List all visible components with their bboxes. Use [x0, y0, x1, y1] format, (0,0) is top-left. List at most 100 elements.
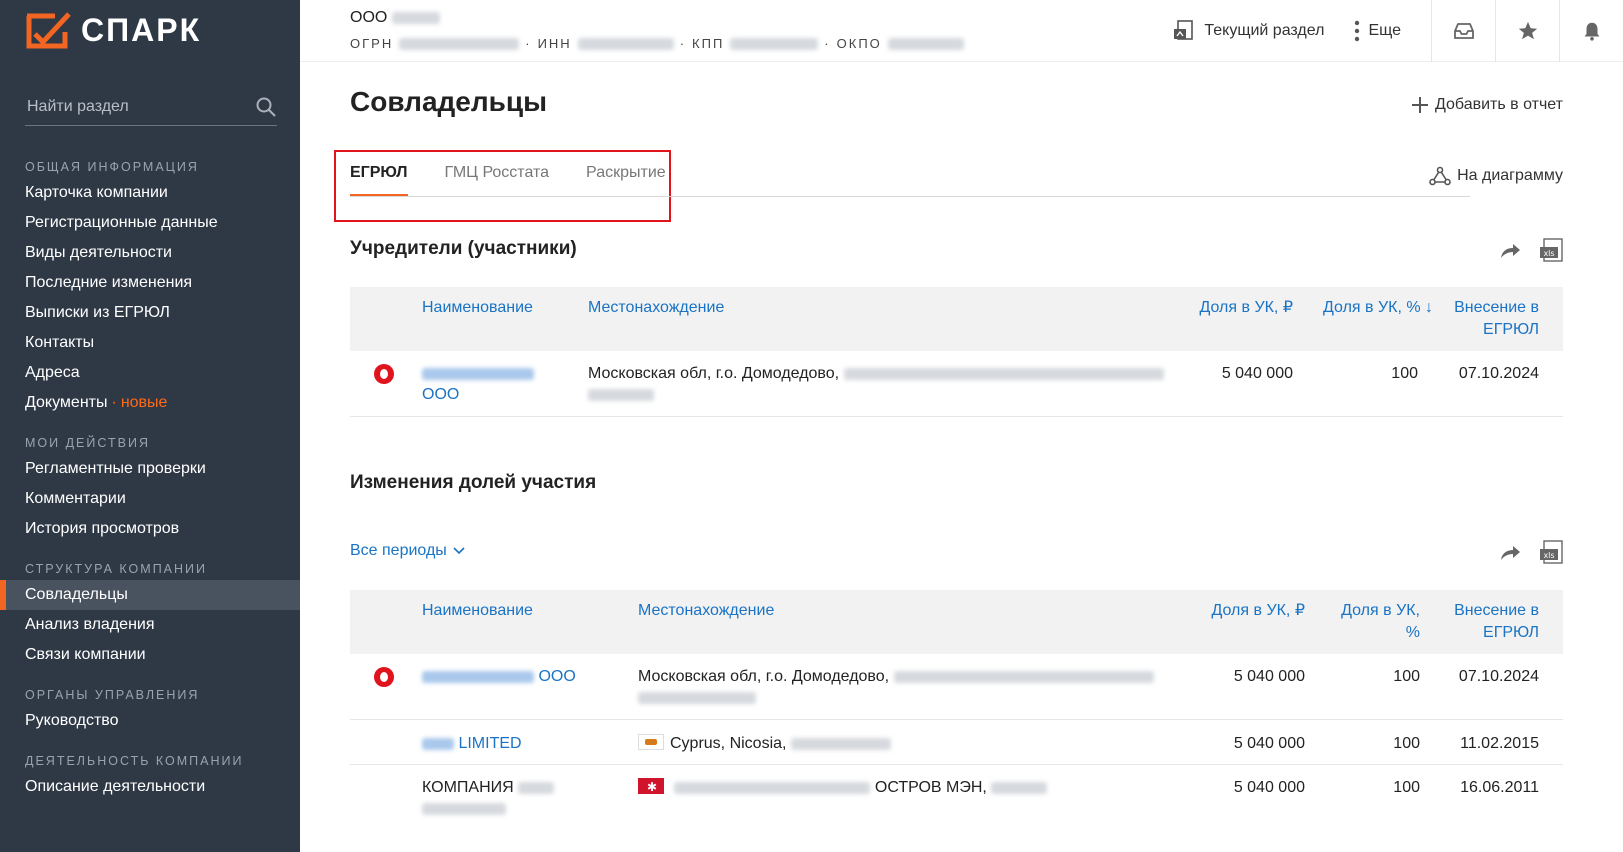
tabs-divider — [350, 196, 1470, 197]
pdf-icon — [1174, 20, 1194, 40]
top-header: ООО ОГРН · ИНН · КПП · ОКПО Текущий разд… — [300, 0, 1623, 62]
sidebar-item-egrul-extracts[interactable]: Выписки из ЕГРЮЛ — [0, 298, 300, 328]
change-share-pct: 100 — [1393, 735, 1420, 752]
changes-share-button[interactable] — [1499, 544, 1521, 562]
more-button[interactable]: Еще — [1354, 20, 1401, 42]
header-actions: Текущий раздел Еще — [1172, 0, 1623, 62]
sidebar-item-history[interactable]: История просмотров — [0, 514, 300, 544]
tab-disclosure[interactable]: Раскрытие — [586, 160, 666, 198]
tab-gmc-rosstat[interactable]: ГМЦ Росстата — [445, 160, 550, 198]
sidebar-item-last-changes[interactable]: Последние изменения — [0, 268, 300, 298]
cyprus-flag-icon — [638, 734, 664, 750]
spark-logo-icon — [26, 12, 71, 49]
redacted-address — [790, 737, 891, 750]
nav-heading-structure: СТРУКТУРА КОМПАНИИ — [25, 562, 208, 576]
change-name-suffix[interactable]: ООО — [538, 668, 575, 685]
tab-egrul[interactable]: ЕГРЮЛ — [350, 160, 408, 198]
col-location[interactable]: Местонахождение — [638, 600, 774, 622]
col-egrul-date[interactable]: Внесение в ЕГРЮЛ — [1429, 600, 1539, 644]
sidebar-search — [25, 88, 277, 126]
sidebar-item-comments[interactable]: Комментарии — [0, 484, 300, 514]
change-name[interactable]: КОМПАНИЯ — [422, 777, 632, 819]
founder-marker-icon — [374, 364, 394, 384]
id-separator: · — [824, 36, 831, 51]
col-share-rub[interactable]: Доля в УК, ₽ — [1199, 297, 1293, 319]
sidebar-item-regular-checks[interactable]: Регламентные проверки — [0, 454, 300, 484]
col-share-pct[interactable]: Доля в УК, % — [1330, 600, 1420, 644]
sidebar-item-documents[interactable]: Документы · новые — [0, 388, 300, 418]
change-location: Cyprus, Nicosia, — [638, 733, 1178, 754]
table-row[interactable]: ООО Московская обл, г.о. Домодедово, 5 0… — [350, 654, 1563, 720]
more-vertical-icon — [1355, 20, 1360, 42]
add-to-report-label: Добавить в отчет — [1434, 96, 1563, 113]
table-row[interactable]: КОМПАНИЯ ОСТРОВ МЭН, 5 040 000 100 16.06… — [350, 765, 1563, 825]
sidebar-item-activity-description[interactable]: Описание деятельности — [0, 772, 300, 802]
nav-heading-management: ОРГАНЫ УПРАВЛЕНИЯ — [25, 688, 200, 702]
change-name-suffix[interactable]: LIMITED — [458, 735, 521, 752]
redacted-kpp — [730, 37, 819, 50]
current-section-button[interactable]: Текущий раздел — [1172, 19, 1324, 43]
redacted-name — [422, 670, 534, 683]
sidebar: СПАРК ОБЩАЯ ИНФОРМАЦИЯ Карточка компании… — [0, 0, 300, 852]
founder-location-text: Московская обл, г.о. Домодедово, — [588, 365, 840, 382]
founders-share-button[interactable] — [1499, 242, 1521, 260]
changes-xls-button[interactable]: xls — [1539, 540, 1563, 566]
xls-icon: xls — [1540, 540, 1563, 564]
period-dropdown[interactable]: Все периоды — [350, 542, 465, 560]
inbox-icon — [1453, 23, 1474, 39]
founder-egrul-date: 07.10.2024 — [1458, 365, 1539, 382]
col-location[interactable]: Местонахождение — [588, 297, 724, 319]
table-row[interactable]: ООО Московская обл, г.о. Домодедово, 5 0… — [350, 351, 1563, 417]
sidebar-item-co-owners[interactable]: Совладельцы — [0, 580, 300, 610]
sidebar-item-registration[interactable]: Регистрационные данные — [0, 208, 300, 238]
svg-text:xls: xls — [1543, 249, 1554, 258]
sidebar-item-company-links[interactable]: Связи компании — [0, 640, 300, 670]
redacted-founder-name — [422, 367, 534, 380]
company-name: ООО — [350, 9, 440, 27]
sidebar-item-activities[interactable]: Виды деятельности — [0, 238, 300, 268]
change-share-rub: 5 040 000 — [1233, 668, 1305, 685]
favorites-button[interactable] — [1495, 0, 1559, 62]
col-egrul-date[interactable]: Внесение в ЕГРЮЛ — [1429, 297, 1539, 341]
sidebar-item-ownership-analysis[interactable]: Анализ владения — [0, 610, 300, 640]
sidebar-item-company-card[interactable]: Карточка компании — [0, 178, 300, 208]
to-diagram-button[interactable]: На диаграмму — [1429, 166, 1563, 186]
redacted-address — [843, 367, 1164, 380]
change-share-pct: 100 — [1393, 779, 1420, 796]
change-location: ОСТРОВ МЭН, — [638, 777, 1178, 798]
nav-heading-activity: ДЕЯТЕЛЬНОСТЬ КОМПАНИИ — [25, 754, 244, 768]
changes-table: Наименование Местонахождение Доля в УК, … — [350, 590, 1563, 825]
sidebar-nav: ОБЩАЯ ИНФОРМАЦИЯ Карточка компании Регис… — [0, 148, 300, 802]
change-name[interactable]: ООО — [422, 666, 632, 687]
redacted-name — [518, 781, 555, 794]
change-egrul-date: 11.02.2015 — [1460, 735, 1539, 752]
sidebar-item-contacts[interactable]: Контакты — [0, 328, 300, 358]
isle-of-man-flag-icon — [638, 777, 664, 798]
table-row[interactable]: LIMITED Cyprus, Nicosia, 5 040 000 100 1… — [350, 720, 1563, 765]
logo[interactable]: СПАРК — [25, 10, 201, 50]
inbox-button[interactable] — [1431, 0, 1495, 62]
sidebar-item-addresses[interactable]: Адреса — [0, 358, 300, 388]
founder-share-rub: 5 040 000 — [1221, 365, 1293, 382]
id-separator: · — [525, 36, 532, 51]
more-label: Еще — [1368, 22, 1401, 39]
sidebar-item-leadership[interactable]: Руководство — [0, 706, 300, 736]
founders-xls-button[interactable]: xls — [1539, 238, 1563, 264]
add-to-report-button[interactable]: Добавить в отчет — [1411, 96, 1563, 114]
founder-name-suffix[interactable]: ООО — [422, 386, 459, 403]
founder-name[interactable]: ООО — [422, 363, 572, 405]
changes-table-header: Наименование Местонахождение Доля в УК, … — [350, 590, 1563, 654]
notifications-button[interactable] — [1559, 0, 1623, 62]
col-name[interactable]: Наименование — [422, 600, 533, 622]
section-search-input[interactable] — [25, 97, 235, 116]
col-share-pct[interactable]: Доля в УК, % ↓ — [1323, 297, 1433, 319]
redacted-ogrn — [399, 37, 520, 50]
col-name[interactable]: Наименование — [422, 297, 533, 319]
id-separator: · — [679, 36, 687, 51]
inn-label: ИНН — [537, 36, 572, 51]
founder-location: Московская обл, г.о. Домодедово, — [588, 363, 1178, 405]
diagram-icon — [1429, 166, 1451, 186]
search-icon[interactable] — [255, 96, 277, 118]
col-share-rub[interactable]: Доля в УК, ₽ — [1211, 600, 1305, 622]
change-name[interactable]: LIMITED — [422, 733, 632, 754]
